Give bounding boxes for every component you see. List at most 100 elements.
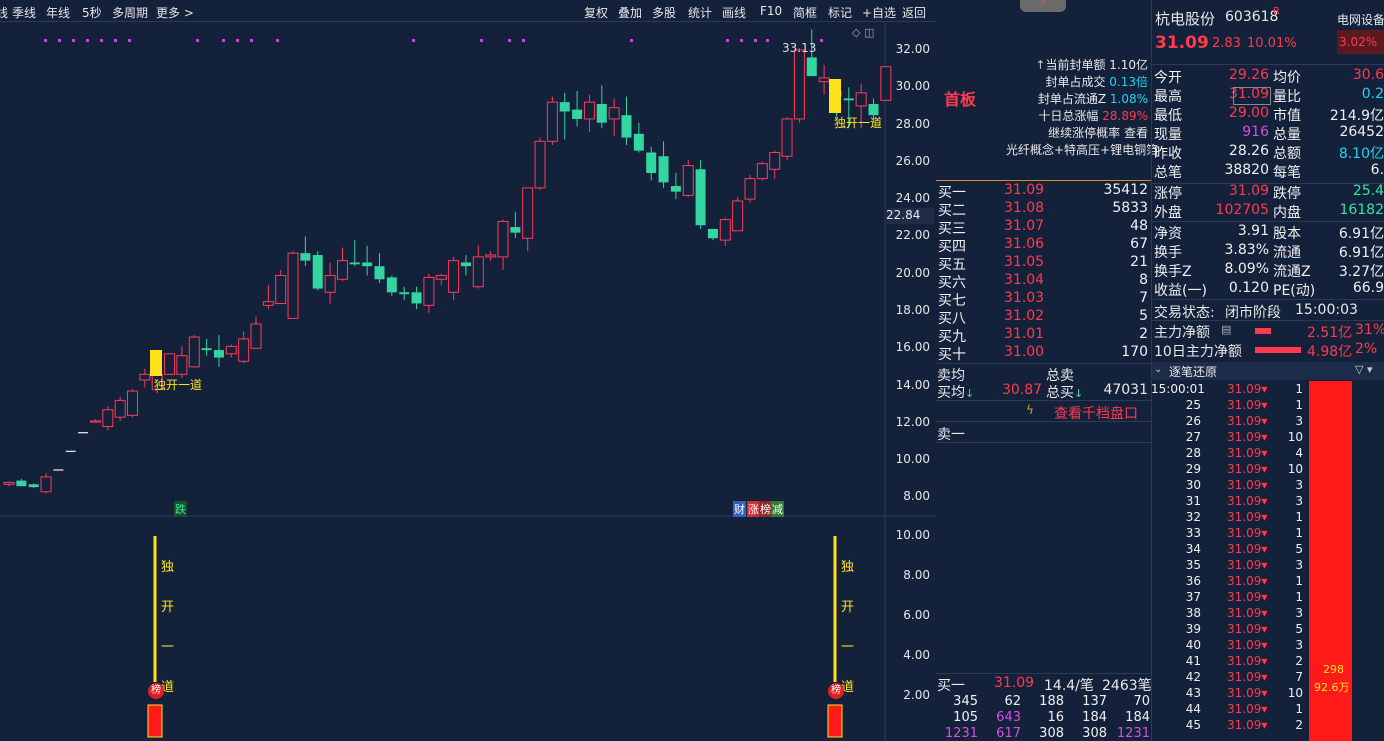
tick-volume: 10 bbox=[1287, 686, 1303, 700]
quote-label: 换手Z bbox=[1154, 264, 1192, 280]
ten-net-label: 10日主力净额 bbox=[1154, 344, 1242, 360]
tick-time: 36 bbox=[1185, 574, 1201, 588]
candle bbox=[781, 117, 793, 160]
bid-label: 买九 bbox=[938, 329, 966, 345]
candle bbox=[510, 212, 521, 239]
quote-label: 最低 bbox=[1154, 108, 1182, 124]
bang-badge-right[interactable]: 榜 bbox=[828, 683, 844, 699]
tick-time: 29 bbox=[1185, 462, 1201, 476]
queue-cell: 643 bbox=[996, 710, 1021, 725]
quote-label: 今开 bbox=[1154, 70, 1182, 86]
tab-5sec[interactable]: 5秒 bbox=[82, 4, 102, 21]
signal-dot bbox=[522, 39, 525, 42]
big-vol-amount: 92.6万 bbox=[1314, 681, 1350, 694]
chart-settings-icon[interactable]: ◇ ◫ bbox=[852, 26, 874, 39]
price-pct: 10.01% bbox=[1247, 36, 1297, 51]
btn-back[interactable]: 返回 bbox=[902, 4, 926, 21]
main-net-value: 2.51亿 bbox=[1307, 325, 1353, 341]
candle bbox=[127, 389, 138, 418]
candle bbox=[386, 275, 397, 297]
info-line[interactable]: 继续涨停概率 查看 bbox=[1006, 125, 1148, 142]
quote-value: 0.2 bbox=[1361, 86, 1384, 102]
info-seal-amount: ↑当前封单额 1.10亿 封单占成交 0.13倍 封单占流通Z 1.08% 十日… bbox=[1006, 57, 1158, 159]
ten-net-bar bbox=[1255, 347, 1301, 353]
marker-cai[interactable]: 财 bbox=[733, 501, 746, 517]
bid-volume: 21 bbox=[1130, 254, 1148, 270]
candle bbox=[546, 96, 558, 146]
sector-name[interactable]: 电网设备 bbox=[1337, 11, 1384, 28]
bid-volume: 5833 bbox=[1112, 200, 1148, 216]
btn-multi-stock[interactable]: 多股 bbox=[652, 4, 676, 21]
candle bbox=[744, 174, 756, 203]
tick-volume: 5 bbox=[1295, 542, 1303, 556]
bid-price: 31.01 bbox=[1004, 326, 1045, 342]
quote-value: 3.83% bbox=[1224, 242, 1269, 258]
tab-year[interactable]: 年线 bbox=[46, 4, 70, 21]
btn-draw[interactable]: 画线 bbox=[722, 4, 746, 21]
tab-multi-period[interactable]: 多周期 bbox=[112, 4, 148, 21]
more-menu[interactable]: 更多 > bbox=[156, 4, 194, 21]
bid-volume: 2 bbox=[1139, 326, 1148, 342]
chevron-down-icon[interactable]: ⌄ bbox=[1154, 364, 1162, 375]
signal-dot bbox=[58, 39, 61, 42]
price-tick: 22.00 bbox=[895, 228, 930, 243]
quote-value: 29.00 bbox=[1228, 105, 1269, 121]
sub-char: 独 bbox=[841, 560, 855, 575]
bang-badge-left[interactable]: 榜 bbox=[148, 683, 164, 699]
candle bbox=[793, 48, 805, 123]
btn-mark[interactable]: 标记 bbox=[828, 4, 852, 21]
signal-dot bbox=[114, 39, 117, 42]
quote-value: 26452 bbox=[1339, 124, 1384, 140]
main-net-label: 主力净额 bbox=[1154, 325, 1210, 341]
quote-value: 29.26 bbox=[1228, 67, 1269, 83]
bid-price: 31.04 bbox=[1004, 272, 1045, 288]
price-tick: 28.00 bbox=[895, 116, 930, 131]
tick-price: 31.09▾ bbox=[1227, 510, 1268, 524]
candle bbox=[695, 159, 706, 229]
quote-label: 现量 bbox=[1154, 127, 1182, 143]
candle bbox=[608, 98, 620, 136]
filter-icon[interactable]: ▽ ▾ bbox=[1355, 363, 1372, 376]
signal-dot bbox=[412, 39, 415, 42]
marker-die[interactable]: 跌 bbox=[174, 501, 187, 517]
btn-simple[interactable]: 简框 bbox=[793, 4, 817, 21]
candle bbox=[719, 217, 731, 246]
quote-label: 市值 bbox=[1273, 108, 1301, 124]
quote-value: 25.4 bbox=[1352, 183, 1384, 199]
ten-net-value: 4.98亿 bbox=[1307, 344, 1353, 360]
quote-value: 6.91亿 bbox=[1338, 226, 1384, 242]
tick-volume: 10 bbox=[1287, 430, 1303, 444]
collapse-tab[interactable]: ⌃ bbox=[1020, 0, 1066, 12]
tab-season[interactable]: 季线 bbox=[12, 4, 36, 21]
kline-chart[interactable] bbox=[0, 22, 935, 741]
level2-panel: ⌃ 首板 ↑当前封单额 1.10亿 封单占成交 0.13倍 封单占流通Z 1.0… bbox=[936, 0, 1158, 741]
current-price-tag: 22.84 bbox=[884, 208, 934, 224]
signal-dot bbox=[222, 39, 225, 42]
quote-label: 跌停 bbox=[1273, 186, 1301, 202]
doc-icon[interactable]: ▤ bbox=[1221, 323, 1231, 336]
btn-stats[interactable]: 统计 bbox=[688, 4, 712, 21]
tick-price: 31.09▾ bbox=[1227, 622, 1268, 636]
buy1-price: 31.09 bbox=[994, 675, 1035, 691]
queue-cell: 308 bbox=[1039, 726, 1064, 741]
btn-add-watch[interactable]: +自选 bbox=[862, 4, 896, 21]
bid-volume: 5 bbox=[1139, 308, 1148, 324]
tick-price: 31.09▾ bbox=[1227, 542, 1268, 556]
quote-value: 3.91 bbox=[1237, 223, 1269, 239]
price-tick: 26.00 bbox=[895, 153, 930, 168]
candle bbox=[300, 236, 311, 267]
candle bbox=[423, 273, 435, 313]
candle bbox=[633, 122, 644, 153]
bid-label: 买四 bbox=[938, 239, 966, 255]
btn-adjust[interactable]: 复权 bbox=[584, 4, 608, 21]
candle bbox=[287, 251, 299, 319]
marker-jian[interactable]: 减 bbox=[771, 501, 784, 517]
thousand-depth-link[interactable]: 查看千档盘口 bbox=[1054, 403, 1138, 423]
btn-f10[interactable]: F10 bbox=[760, 4, 782, 18]
quote-value: 66.9 bbox=[1352, 280, 1384, 296]
quote-value: 916 bbox=[1242, 124, 1269, 140]
board-label: 首板 bbox=[944, 90, 977, 109]
btn-overlay[interactable]: 叠加 bbox=[618, 4, 642, 21]
tick-time: 45 bbox=[1185, 718, 1201, 732]
tick-time: 34 bbox=[1185, 542, 1201, 556]
